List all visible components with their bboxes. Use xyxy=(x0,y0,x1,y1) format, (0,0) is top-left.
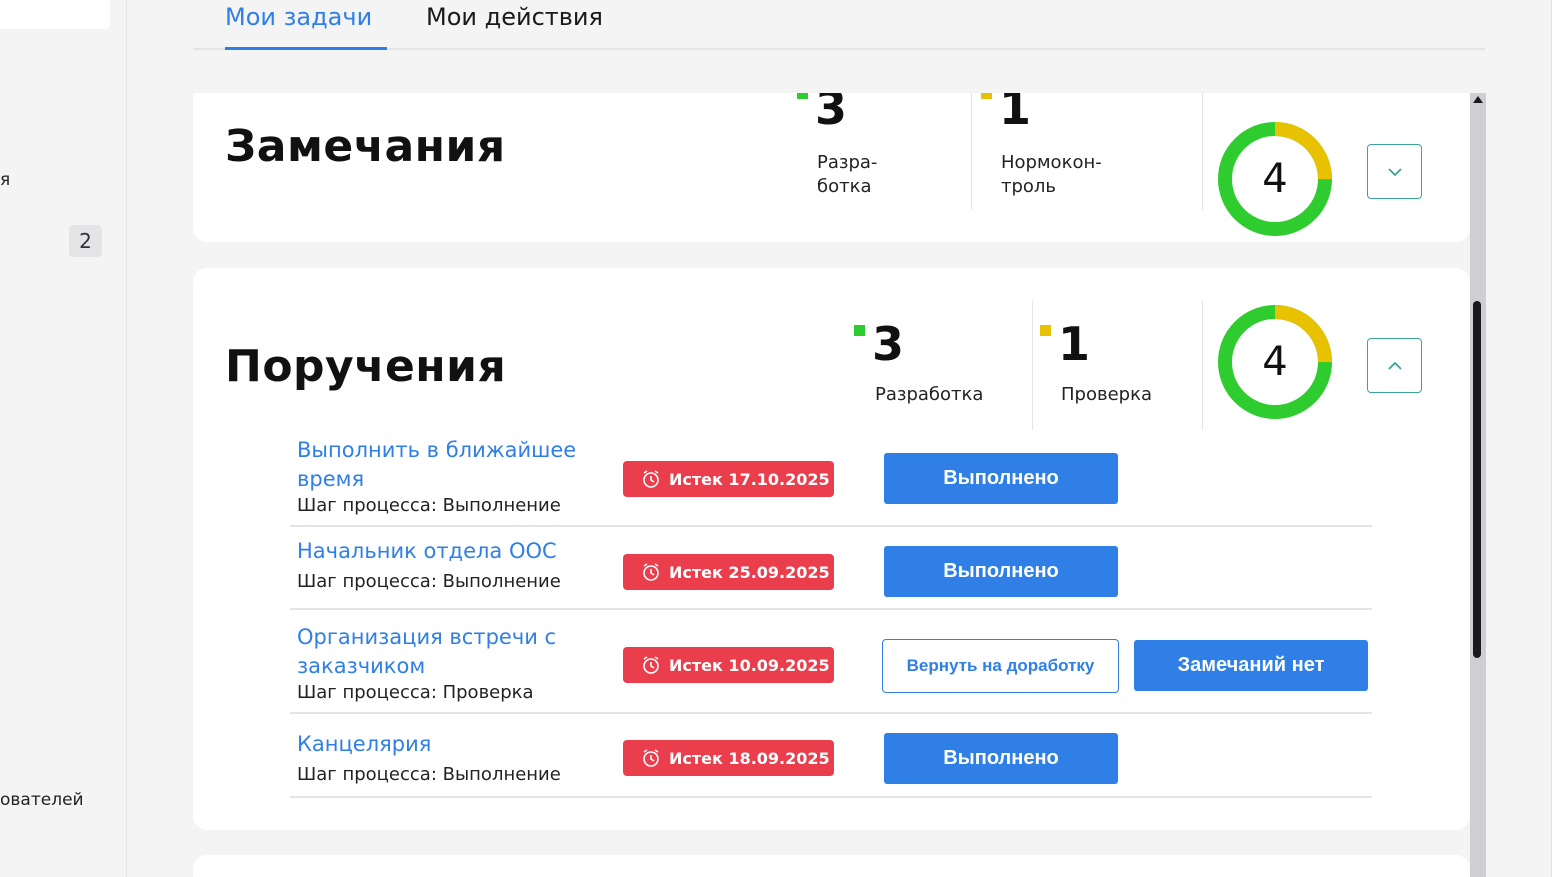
task-process-step: Шаг процесса: Проверка xyxy=(297,682,534,703)
next-card-partial xyxy=(193,855,1470,877)
orders-title: Поручения xyxy=(225,341,507,392)
deadline-badge: Истек 18.09.2025 xyxy=(623,740,834,776)
tab-my-actions[interactable]: Мои действия xyxy=(426,0,603,50)
stat-divider xyxy=(971,93,972,210)
alarm-clock-icon xyxy=(643,470,659,488)
stat-divider xyxy=(1032,301,1033,430)
scrollbar-thumb[interactable] xyxy=(1473,301,1481,658)
stat-label-line2: троль xyxy=(1001,176,1057,197)
task-name-link[interactable]: Начальник отдела ООС xyxy=(297,537,617,566)
done-button[interactable]: Выполнено xyxy=(884,546,1118,597)
stat-count: 3 xyxy=(815,93,848,135)
deadline-badge: Истек 17.10.2025 xyxy=(623,461,834,497)
sidebar-item-label-partial[interactable]: я xyxy=(0,170,10,190)
stat-count: 3 xyxy=(872,317,905,371)
task-process-step: Шаг процесса: Выполнение xyxy=(297,571,561,592)
orders-stat-review: 1 Проверка xyxy=(1040,317,1152,407)
task-process-step: Шаг процесса: Выполнение xyxy=(297,495,561,516)
task-row: Начальник отдела ООС Шаг процесса: Выпол… xyxy=(290,527,1372,610)
yellow-status-dot xyxy=(981,93,992,99)
task-process-step: Шаг процесса: Выполнение xyxy=(297,764,561,785)
done-button[interactable]: Выполнено xyxy=(884,453,1118,504)
deadline-badge: Истек 10.09.2025 xyxy=(623,647,834,683)
orders-collapse-button[interactable] xyxy=(1367,338,1422,393)
chevron-down-icon xyxy=(1387,167,1402,176)
deadline-text: Истек 18.09.2025 xyxy=(669,748,830,768)
sidebar: я 2 ователей xyxy=(0,0,127,877)
task-row: Канцелярия Шаг процесса: Выполнение Исте… xyxy=(290,714,1372,798)
stat-divider xyxy=(1202,93,1203,210)
stat-divider xyxy=(1202,301,1203,430)
main-content: Мои задачи Мои действия Замечания 3 Разр… xyxy=(127,0,1560,877)
orders-total-ring: 4 xyxy=(1216,303,1334,421)
deadline-text: Истек 17.10.2025 xyxy=(669,469,830,489)
alarm-clock-icon xyxy=(643,563,659,581)
yellow-status-dot xyxy=(1040,325,1051,336)
ring-total: 4 xyxy=(1262,339,1288,385)
vertical-scrollbar[interactable] xyxy=(1470,93,1486,877)
task-name-link[interactable]: Канцелярия xyxy=(297,730,617,759)
green-status-dot xyxy=(854,325,865,336)
orders-stat-development: 3 Разработка xyxy=(854,317,984,407)
tab-bar: Мои задачи Мои действия xyxy=(193,0,1485,50)
remarks-total-ring: 4 xyxy=(1216,120,1334,238)
tab-my-tasks[interactable]: Мои задачи xyxy=(225,0,387,50)
alarm-clock-icon xyxy=(643,749,659,767)
task-scroll-area: Замечания 3 Разра- ботка 1 Нормокон- тро… xyxy=(193,93,1488,877)
no-remarks-button[interactable]: Замечаний нет xyxy=(1134,640,1368,691)
deadline-badge: Истек 25.09.2025 xyxy=(623,554,834,590)
deadline-text: Истек 10.09.2025 xyxy=(669,655,830,675)
right-panel-edge xyxy=(1551,0,1560,877)
stat-label: Проверка xyxy=(1061,384,1152,405)
alarm-clock-icon xyxy=(643,656,659,674)
task-name-link[interactable]: Организация встречи с заказчиком xyxy=(297,623,617,681)
stat-count: 1 xyxy=(999,93,1032,135)
done-button[interactable]: Выполнено xyxy=(884,733,1118,784)
remarks-card: Замечания 3 Разра- ботка 1 Нормокон- тро… xyxy=(193,93,1470,242)
remarks-title: Замечания xyxy=(225,121,506,172)
task-name-link[interactable]: Выполнить в ближайшее время xyxy=(297,436,617,494)
task-row: Выполнить в ближайшее время Шаг процесса… xyxy=(290,434,1372,527)
stat-count: 1 xyxy=(1058,317,1091,371)
remarks-stat-normcontrol: 1 Нормокон- троль xyxy=(981,93,1102,199)
remarks-stat-development: 3 Разра- ботка xyxy=(797,93,878,199)
ring-total: 4 xyxy=(1262,156,1288,202)
orders-card: Поручения 3 Разработка 1 Проверка 4 Выпо… xyxy=(193,268,1470,830)
sidebar-top-panel xyxy=(0,0,110,29)
stat-label: Разработка xyxy=(875,384,984,405)
stat-label-line2: ботка xyxy=(817,176,872,197)
stat-label-line1: Нормокон- xyxy=(1001,152,1102,173)
return-for-revision-button[interactable]: Вернуть на доработку xyxy=(882,639,1119,693)
sidebar-count-badge: 2 xyxy=(69,225,102,257)
sidebar-item-users-partial[interactable]: ователей xyxy=(0,790,84,810)
scroll-up-arrow-icon[interactable] xyxy=(1473,96,1483,103)
deadline-text: Истек 25.09.2025 xyxy=(669,562,830,582)
task-row: Организация встречи с заказчиком Шаг про… xyxy=(290,610,1372,714)
green-status-dot xyxy=(797,93,808,99)
stat-label-line1: Разра- xyxy=(817,152,878,173)
chevron-up-icon xyxy=(1387,361,1402,370)
remarks-expand-button[interactable] xyxy=(1367,144,1422,199)
